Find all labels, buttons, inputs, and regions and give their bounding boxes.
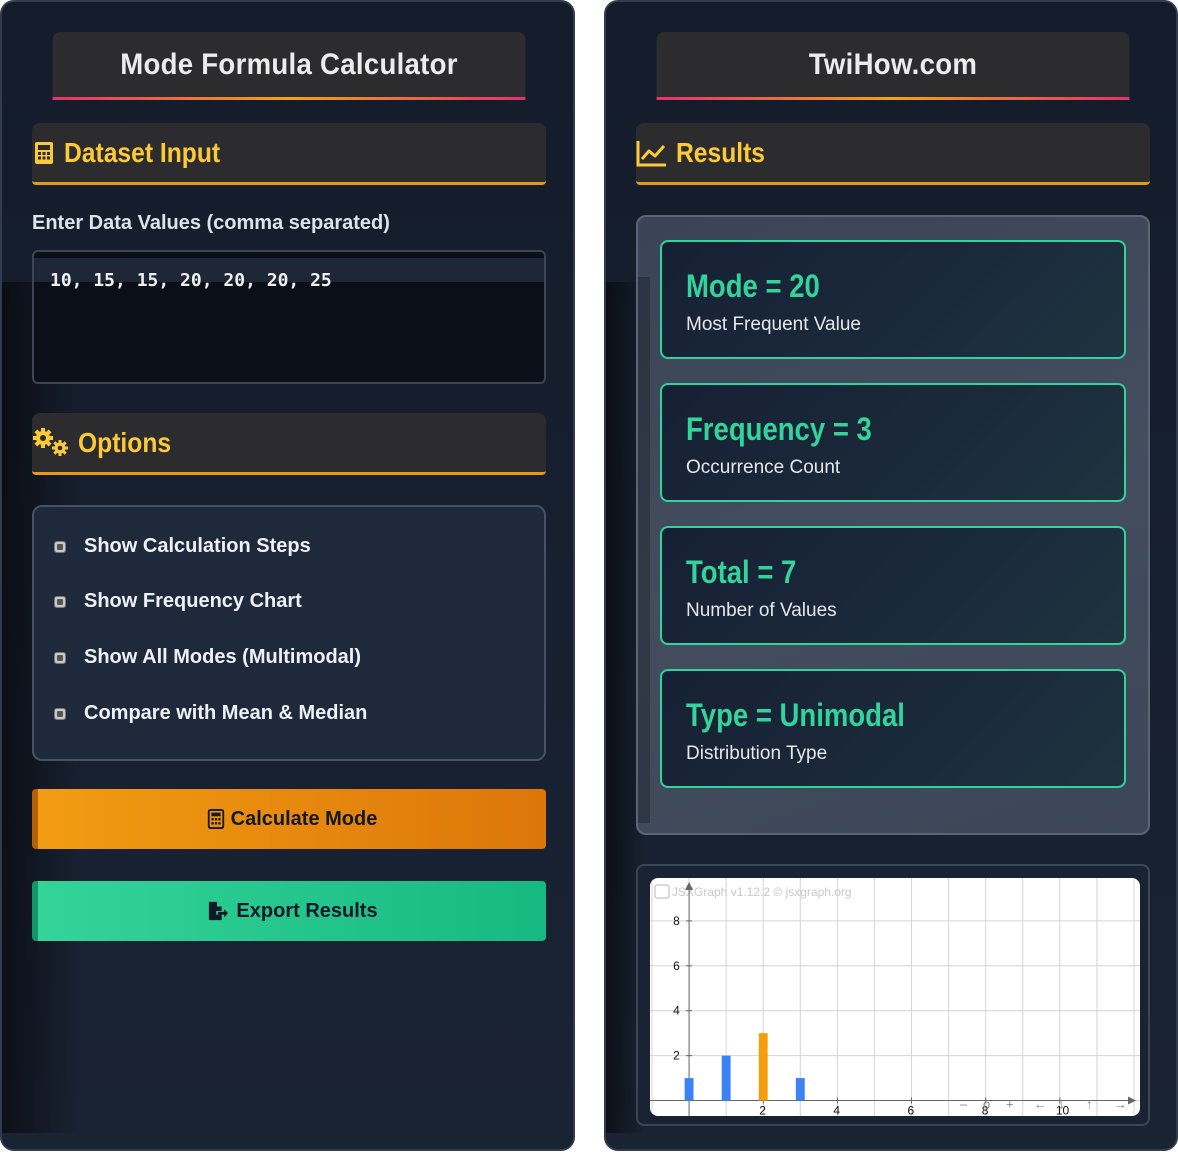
chart-nav-control[interactable]: → bbox=[1114, 1097, 1127, 1112]
category-label: 10 bbox=[682, 1114, 696, 1116]
category-label: 25 bbox=[794, 1114, 808, 1116]
calculate-mode-label: Calculate Mode bbox=[230, 807, 378, 830]
options-section-header: Options bbox=[32, 413, 546, 475]
y-tick-label: 4 bbox=[673, 1004, 680, 1018]
x-tick-label: 4 bbox=[833, 1104, 840, 1116]
result-caption: Most Frequent Value bbox=[686, 314, 861, 335]
result-value: Frequency = 3 bbox=[686, 411, 872, 447]
result-caption: Number of Values bbox=[686, 600, 837, 621]
chart-nav-control[interactable]: ↓ bbox=[1058, 1097, 1065, 1112]
frequency-chart-container: JSXGraph v1.12.2 © jsxgraph.org 2 4 6 8 2 4 6 8 1… bbox=[636, 864, 1150, 1126]
frequency-chart[interactable]: JSXGraph v1.12.2 © jsxgraph.org 2 4 6 8 2 4 6 8 1… bbox=[650, 878, 1140, 1116]
data-values-input[interactable]: 10, 15, 15, 20, 20, 20, 25 bbox=[32, 250, 546, 384]
option-show-all-modes[interactable]: Show All Modes (Multimodal) bbox=[54, 646, 361, 669]
calculator-icon bbox=[207, 809, 224, 829]
page-title: Mode Formula Calculator bbox=[52, 32, 526, 100]
chart-bar bbox=[721, 1055, 731, 1101]
y-tick-label: 6 bbox=[673, 959, 680, 973]
data-values-text: 10, 15, 15, 20, 20, 20, 25 bbox=[50, 270, 332, 291]
calculator-panel: Mode Formula Calculator Dataset Input En… bbox=[0, 0, 575, 1151]
option-compare-mean-median[interactable]: Compare with Mean & Median bbox=[54, 702, 367, 725]
results-panel: TwiHow.com Results Mode = 20 Most Freque… bbox=[604, 0, 1178, 1151]
file-export-icon bbox=[209, 901, 229, 921]
checkbox[interactable] bbox=[54, 540, 66, 553]
chart-bar bbox=[684, 1078, 694, 1101]
result-value: Total = 7 bbox=[686, 554, 797, 590]
chart-bar bbox=[758, 1033, 768, 1101]
chart-nav-control[interactable]: ↑ bbox=[1086, 1097, 1093, 1112]
result-card-total: Total = 7 Number of Values bbox=[660, 526, 1126, 645]
checkbox[interactable] bbox=[54, 707, 66, 720]
chart-nav-control[interactable]: – bbox=[960, 1097, 968, 1112]
calculator-icon bbox=[35, 141, 53, 164]
calculate-mode-button[interactable]: Calculate Mode bbox=[32, 789, 546, 849]
data-values-label: Enter Data Values (comma separated) bbox=[32, 212, 390, 234]
chart-nav-control[interactable]: + bbox=[1006, 1097, 1014, 1112]
category-label: 15 bbox=[719, 1114, 733, 1116]
x-tick-label: 6 bbox=[908, 1104, 915, 1116]
chart-nav-control[interactable]: o bbox=[983, 1097, 990, 1112]
chart-watermark: JSXGraph v1.12.2 © jsxgraph.org bbox=[672, 885, 852, 899]
result-value: Mode = 20 bbox=[686, 268, 820, 304]
chart-nav-control[interactable]: ← bbox=[1034, 1097, 1047, 1112]
results-section-header: Results bbox=[636, 123, 1150, 185]
y-tick-label: 2 bbox=[673, 1049, 680, 1063]
option-show-steps[interactable]: Show Calculation Steps bbox=[54, 535, 311, 558]
category-label: 20 bbox=[757, 1114, 771, 1116]
dataset-section-header: Dataset Input bbox=[32, 123, 546, 185]
result-card-frequency: Frequency = 3 Occurrence Count bbox=[660, 383, 1126, 502]
site-title: TwiHow.com bbox=[656, 32, 1130, 100]
checkbox[interactable] bbox=[54, 651, 66, 664]
result-card-mode: Mode = 20 Most Frequent Value bbox=[660, 240, 1126, 359]
export-results-button[interactable]: Export Results bbox=[32, 881, 546, 941]
option-show-chart[interactable]: Show Frequency Chart bbox=[54, 590, 302, 613]
option-label: Show Frequency Chart bbox=[84, 590, 302, 612]
results-section-title: Results bbox=[676, 136, 766, 168]
jsxgraph-logo-icon bbox=[654, 884, 670, 899]
result-caption: Distribution Type bbox=[686, 743, 828, 764]
result-value: Type = Unimodal bbox=[686, 697, 905, 733]
result-card-type: Type = Unimodal Distribution Type bbox=[660, 669, 1126, 788]
gears-icon bbox=[33, 427, 68, 456]
x-axis-arrow bbox=[1128, 1096, 1136, 1105]
checkbox[interactable] bbox=[54, 595, 66, 608]
chart-bar bbox=[795, 1078, 805, 1101]
frequency-chart-svg[interactable]: JSXGraph v1.12.2 © jsxgraph.org24682 4 6 8 1… bbox=[650, 878, 1140, 1116]
result-caption: Occurrence Count bbox=[686, 457, 841, 478]
dataset-section-title: Dataset Input bbox=[64, 136, 221, 168]
options-section-title: Options bbox=[78, 426, 172, 458]
results-box: Mode = 20 Most Frequent Value Frequency … bbox=[636, 215, 1150, 835]
y-tick-label: 8 bbox=[673, 914, 680, 928]
line-chart-icon bbox=[636, 140, 666, 166]
options-list: Show Calculation Steps Show Frequency Ch… bbox=[32, 505, 546, 761]
export-results-label: Export Results bbox=[236, 899, 378, 922]
option-label: Show All Modes (Multimodal) bbox=[84, 646, 362, 668]
option-label: Show Calculation Steps bbox=[84, 535, 311, 557]
option-label: Compare with Mean & Median bbox=[84, 702, 368, 724]
